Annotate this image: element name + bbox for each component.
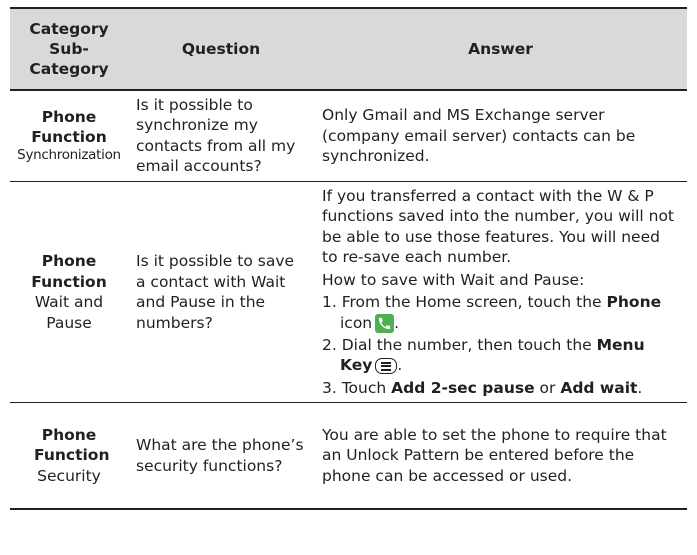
question-cell: What are the phone’s security functions?: [128, 402, 314, 510]
period: .: [397, 356, 403, 375]
table-header: Category Sub-Category Question Answer: [10, 7, 687, 91]
step-2-text: 2. Dial the number, then touch the: [322, 335, 592, 354]
answer-cell: You are able to set the phone to require…: [314, 402, 687, 510]
sub-category-name: Synchronization: [17, 147, 121, 164]
step-3-bold-2: Add wait: [560, 378, 638, 397]
category-cell: Phone Function Wait and Pause: [10, 181, 128, 404]
category-name: Phone Function: [34, 425, 110, 465]
sub-category-name: Wait and Pause: [34, 293, 104, 332]
answer-howto: How to save with Wait and Pause:: [322, 270, 585, 289]
table-row: Phone Function Synchronization Is it pos…: [10, 90, 687, 182]
faq-page: Category Sub-Category Question Answer Ph…: [0, 0, 697, 555]
header-row: Category Sub-Category Question Answer: [10, 7, 687, 91]
period: .: [637, 378, 643, 397]
category-cell: Phone Function Synchronization: [10, 90, 128, 182]
sub-category-name: Security: [37, 466, 101, 485]
question-cell: Is it possible to save a contact with Wa…: [128, 181, 314, 404]
category-cell: Phone Function Security: [10, 402, 128, 510]
step-1-bold: Phone: [606, 293, 662, 312]
step-1-text: 1. From the Home screen, touch the: [322, 293, 602, 312]
faq-table: Category Sub-Category Question Answer Ph…: [10, 7, 687, 510]
menu-key-icon: [375, 357, 398, 374]
step-3-text: 3. Touch: [322, 378, 387, 397]
header-question: Question: [128, 7, 314, 91]
question-cell: Is it possible to synchronize my contact…: [128, 90, 314, 182]
category-name: Phone Function: [31, 107, 107, 146]
step-1-suffix: icon: [340, 313, 373, 332]
answer-cell: Only Gmail and MS Exchange server (compa…: [314, 90, 687, 182]
answer-step-2: 2. Dial the number, then touch the Menu …: [322, 335, 679, 376]
answer-step-1: 1. From the Home screen, touch the Phone…: [322, 292, 679, 333]
header-sub-category-label: Sub-Category: [29, 39, 109, 79]
step-3-or: or: [539, 378, 556, 397]
answer-cell: If you transferred a contact with the W …: [314, 181, 687, 404]
table-row: Phone Function Security What are the pho…: [10, 402, 687, 510]
table-row: Phone Function Wait and Pause Is it poss…: [10, 181, 687, 404]
phone-icon: [375, 313, 395, 333]
header-category-label: Category: [29, 19, 109, 38]
answer-intro: If you transferred a contact with the W …: [322, 186, 675, 267]
answer-step-3: 3. Touch Add 2-sec pause or Add wait.: [322, 378, 679, 398]
header-category: Category Sub-Category: [10, 7, 128, 91]
step-3-bold-1: Add 2-sec pause: [391, 378, 535, 397]
header-answer: Answer: [314, 7, 687, 91]
category-name: Phone Function: [31, 252, 107, 291]
period: .: [394, 313, 400, 332]
